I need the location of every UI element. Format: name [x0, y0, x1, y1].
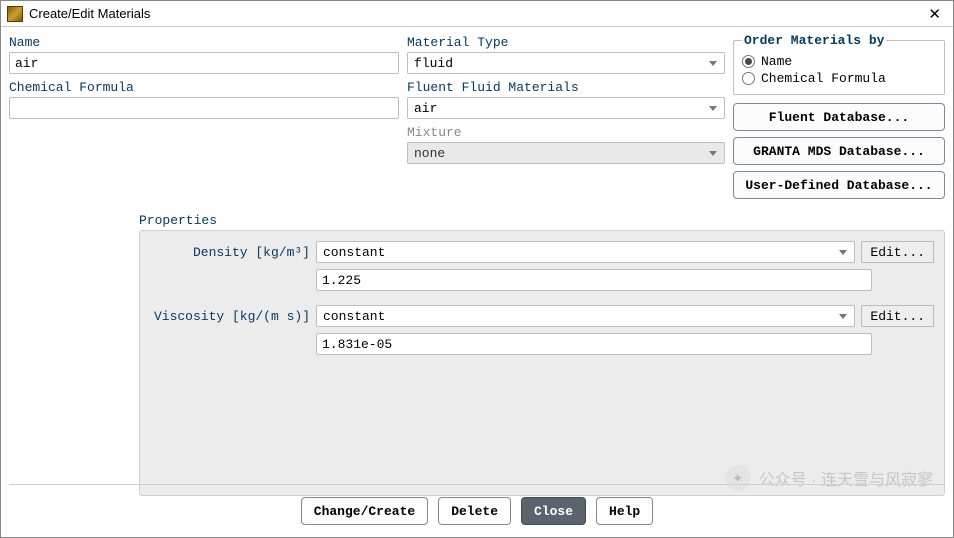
density-value-input[interactable] [316, 269, 872, 291]
app-icon [7, 6, 23, 22]
granta-database-button[interactable]: GRANTA MDS Database... [733, 137, 945, 165]
mixture-select: none [407, 142, 725, 164]
fluid-materials-value: air [414, 101, 702, 116]
order-legend: Order Materials by [742, 33, 886, 48]
formula-input[interactable] [9, 97, 399, 119]
density-edit-button[interactable]: Edit... [861, 241, 934, 263]
close-button[interactable]: Close [521, 497, 586, 525]
delete-button[interactable]: Delete [438, 497, 511, 525]
chevron-down-icon [839, 250, 847, 255]
fluid-materials-select[interactable]: air [407, 97, 725, 119]
viscosity-label: Viscosity [kg/(m s)] [150, 309, 310, 324]
separator [9, 484, 945, 485]
viscosity-value-input[interactable] [316, 333, 872, 355]
chevron-down-icon [709, 61, 717, 66]
name-label: Name [9, 35, 399, 50]
footer-buttons: Change/Create Delete Close Help [1, 497, 953, 525]
chevron-down-icon [709, 151, 717, 156]
fluid-materials-label: Fluent Fluid Materials [407, 80, 725, 95]
radio-icon [742, 55, 755, 68]
window-title: Create/Edit Materials [29, 6, 922, 21]
close-icon[interactable]: ✕ [922, 5, 947, 23]
properties-title: Properties [139, 213, 945, 228]
chevron-down-icon [709, 106, 717, 111]
property-row: Density [kg/m³] constant Edit... [150, 241, 934, 263]
formula-label: Chemical Formula [9, 80, 399, 95]
viscosity-mode-value: constant [323, 309, 832, 324]
property-row: Viscosity [kg/(m s)] constant Edit... [150, 305, 934, 327]
mixture-label: Mixture [407, 125, 725, 140]
density-mode-select[interactable]: constant [316, 241, 855, 263]
name-input[interactable] [9, 52, 399, 74]
change-create-button[interactable]: Change/Create [301, 497, 428, 525]
fluent-database-button[interactable]: Fluent Database... [733, 103, 945, 131]
order-materials-group: Order Materials by Name Chemical Formula [733, 33, 945, 95]
viscosity-mode-select[interactable]: constant [316, 305, 855, 327]
order-by-formula-radio[interactable]: Chemical Formula [742, 71, 936, 86]
order-by-name-radio[interactable]: Name [742, 54, 936, 69]
user-database-button[interactable]: User-Defined Database... [733, 171, 945, 199]
density-label: Density [kg/m³] [150, 245, 310, 260]
material-type-select[interactable]: fluid [407, 52, 725, 74]
chevron-down-icon [839, 314, 847, 319]
density-mode-value: constant [323, 245, 832, 260]
material-type-label: Material Type [407, 35, 725, 50]
material-type-value: fluid [414, 56, 702, 71]
viscosity-edit-button[interactable]: Edit... [861, 305, 934, 327]
radio-icon [742, 72, 755, 85]
properties-panel: Density [kg/m³] constant Edit... Viscosi… [139, 230, 945, 496]
mixture-value: none [414, 146, 702, 161]
help-button[interactable]: Help [596, 497, 653, 525]
title-bar: Create/Edit Materials ✕ [1, 1, 953, 27]
order-by-formula-label: Chemical Formula [761, 71, 886, 86]
order-by-name-label: Name [761, 54, 792, 69]
